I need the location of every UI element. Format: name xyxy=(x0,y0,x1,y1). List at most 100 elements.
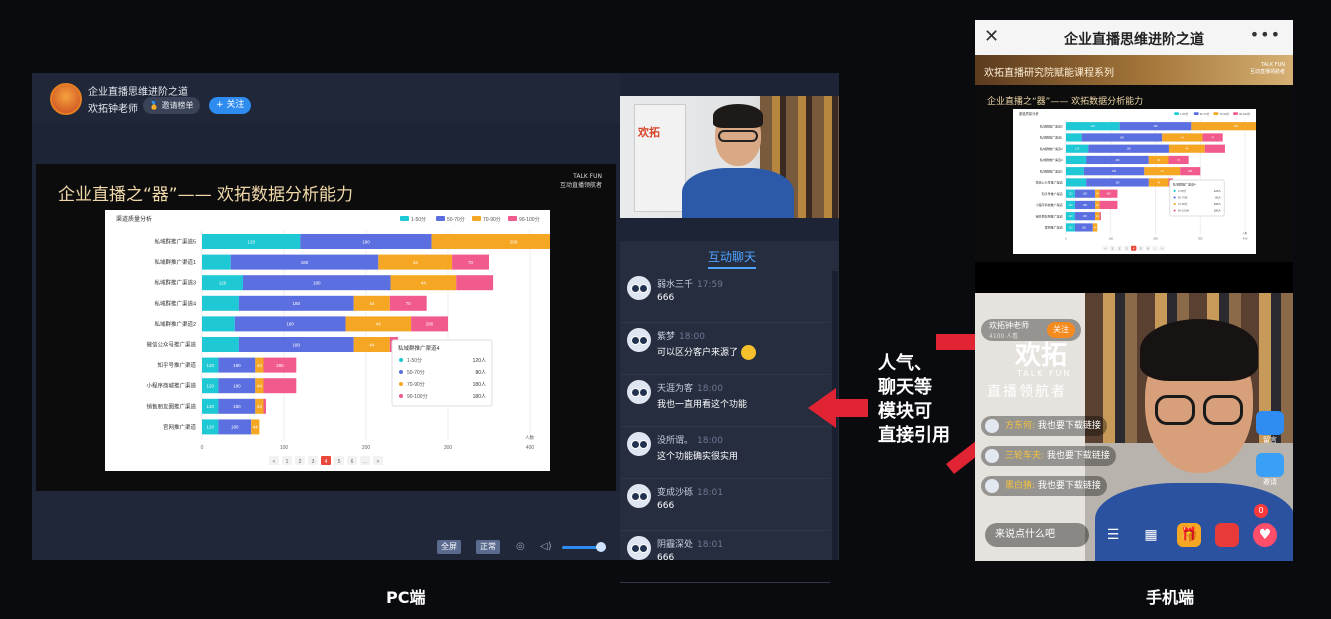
category-label: 小程序商城推广渠道 xyxy=(1036,202,1063,207)
bar-data-label: 44 xyxy=(369,342,375,347)
chat-message-text: 666 xyxy=(657,553,674,563)
tooltip-row-label: 1-50分 xyxy=(1178,189,1186,193)
bar-segment xyxy=(456,275,494,291)
chat-input[interactable]: 来说点什么吧 xyxy=(985,523,1089,547)
fullscreen-button[interactable]: 全屏 xyxy=(437,540,461,554)
gift-icon[interactable]: 🎁 xyxy=(1177,523,1201,547)
chat-username-text: 没所谓。 xyxy=(657,436,694,446)
x-tick-label: 200 xyxy=(362,445,371,451)
category-label: 销售朋友圈推广渠道 xyxy=(146,402,196,410)
mobile-slide-title: 企业直播之“器”—— 欢拓数据分析能力 xyxy=(987,97,1144,107)
invite-button[interactable]: 邀请 xyxy=(1255,453,1285,487)
pager-label: 5 xyxy=(338,459,341,465)
arrow-to-mobile-host xyxy=(936,326,980,355)
mobile-follow-button[interactable]: 关注 xyxy=(1047,322,1075,338)
category-label: 私域群推广渠道4 xyxy=(154,299,196,307)
legend-label: 90-100分 xyxy=(1239,112,1250,116)
slide-title: 企业直播之“器”—— 欢拓数据分析能力 xyxy=(58,185,354,205)
bar-data-label: 44 xyxy=(421,281,427,286)
bar-segment xyxy=(1065,133,1082,142)
teacher-avatar[interactable] xyxy=(50,83,82,115)
chat-message: 弱水三千 17:59 666 xyxy=(620,271,830,323)
tooltip-title: 私域群推广渠道4 xyxy=(398,344,440,352)
teacher-name: 欢拓钟老师 xyxy=(88,104,138,115)
bar-data-label: 120 xyxy=(1068,226,1073,229)
tooltip-row-value: 80人 xyxy=(475,370,486,376)
legend-label: 90-100分 xyxy=(519,216,540,223)
broadcast-icon[interactable]: ◎ xyxy=(516,541,525,552)
avatar xyxy=(985,419,999,433)
more-icon[interactable]: ••• xyxy=(1250,25,1281,44)
bar-data-label: 120 xyxy=(206,384,214,389)
invite-rank-button[interactable]: 🏅 邀请榜单 xyxy=(143,97,200,114)
like-icon[interactable]: ♥ xyxy=(1253,523,1277,547)
volume-knob[interactable] xyxy=(596,542,606,552)
bar-data-label: 180 xyxy=(301,260,309,265)
grid-icon[interactable]: ▦ xyxy=(1139,523,1163,547)
invite-label: 邀请榜单 xyxy=(161,101,194,110)
camera-logo-board xyxy=(634,104,686,212)
volume-icon[interactable]: ◁) xyxy=(540,541,552,552)
tooltip-dot xyxy=(399,394,403,398)
chat-message-body: 可以区分客户来源了 xyxy=(657,348,739,358)
slide-logo-line1: TALK FUN xyxy=(573,173,602,180)
chat-time: 18:00 xyxy=(679,332,705,342)
bar-data-label: 120 xyxy=(247,239,255,244)
tooltip-dot xyxy=(399,370,403,374)
emoji-icon xyxy=(741,345,757,360)
arrow-to-pc-chat xyxy=(808,388,868,428)
legend-swatch xyxy=(508,216,517,221)
pager-label: ... xyxy=(363,459,367,465)
bar-data-label: 120 xyxy=(206,404,214,409)
bar-data-label: 44 xyxy=(369,301,375,306)
bar-data-label: 280 xyxy=(276,363,284,368)
avatar xyxy=(627,380,651,404)
chat-username-text: 天涯为客 xyxy=(657,384,694,394)
bar-data-label: 44 xyxy=(257,363,263,368)
avatar xyxy=(627,536,651,560)
chat-username: 阴霾深处 18:01 xyxy=(657,537,723,550)
menu-icon[interactable]: ☰ xyxy=(1101,523,1125,547)
red-packet-icon[interactable] xyxy=(1215,523,1239,547)
message-label: 留言 xyxy=(1263,436,1277,444)
bar-data-label: 180 xyxy=(293,301,301,306)
chat-name: 方东何: xyxy=(1005,421,1036,431)
bar-segment xyxy=(1065,167,1084,176)
bar-data-label: 180 xyxy=(1083,193,1088,196)
category-label: 私域群推广渠道1 xyxy=(154,258,196,266)
pc-window: 企业直播思维进阶之道 欢拓钟老师 🏅 邀请榜单 + 关注 企业直播之“器”—— … xyxy=(32,73,839,583)
tooltip-row-value: 120人 xyxy=(1214,189,1222,193)
chat-list: 弱水三千 17:59 666 紫梦 18:00 可以区分客户来源了 天涯为客 18:00 我也一… xyxy=(620,271,830,583)
chat-username: 弱水三千 17:59 xyxy=(657,277,723,290)
tab-interactive-chat[interactable]: 互动聊天 xyxy=(708,248,757,269)
x-unit-label: 人数 xyxy=(525,434,534,441)
legend-label: 1-50分 xyxy=(1180,112,1188,116)
bar-data-label: 180 xyxy=(313,281,321,286)
category-label: 官网推广渠道 xyxy=(163,423,197,431)
chat-message: 变成沙砾 18:01 666 xyxy=(620,479,830,531)
banner-logo-line1: TALK FUN xyxy=(1260,62,1285,68)
medal-icon: 🏅 xyxy=(149,101,159,110)
bar-segment xyxy=(1065,155,1087,165)
bar-data-label: 180 xyxy=(362,239,370,244)
bar-data-label: 120 xyxy=(1068,215,1073,218)
pager-label: 2 xyxy=(299,459,302,465)
like-count-badge: 0 xyxy=(1254,504,1268,518)
pc-caption: PC端 xyxy=(386,588,426,607)
x-unit-label: 人数 xyxy=(1242,231,1247,235)
category-label: 官网推广渠道 xyxy=(1045,225,1063,230)
follow-button[interactable]: + 关注 xyxy=(209,97,252,114)
bar-segment xyxy=(202,295,239,311)
tooltip-row-value: 120人 xyxy=(473,358,486,364)
category-label: 销售朋友圈推广渠道 xyxy=(1036,213,1063,218)
message-button[interactable]: 留言 xyxy=(1255,411,1285,445)
tooltip-dot xyxy=(1173,196,1176,199)
bar-segment xyxy=(263,378,297,394)
tooltip-dot xyxy=(399,382,403,386)
normal-mode-button[interactable]: 正常 xyxy=(476,540,500,554)
tooltip-row-label: 70-90分 xyxy=(407,381,425,388)
mobile-chat-item: 黑白猜: 我也要下载链接 xyxy=(981,476,1107,496)
bar-data-label: 280 xyxy=(426,322,434,327)
legend-label: 70-90分 xyxy=(1219,112,1229,116)
category-label: 小程序商城推广渠道 xyxy=(146,382,196,390)
